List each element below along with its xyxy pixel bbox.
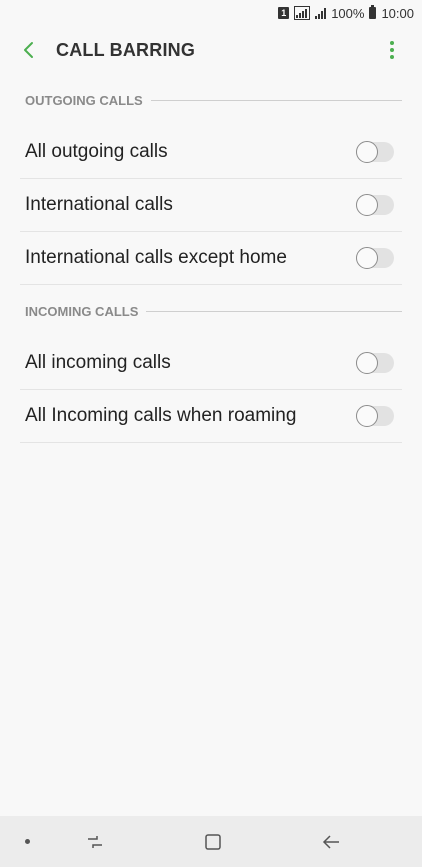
toggle-knob bbox=[356, 405, 378, 427]
home-icon bbox=[205, 834, 221, 850]
sim-signal-icon bbox=[294, 6, 311, 20]
more-vertical-icon-dot bbox=[390, 48, 394, 52]
more-options-button[interactable] bbox=[380, 38, 404, 62]
section-divider bbox=[146, 310, 402, 312]
setting-label: International calls except home bbox=[25, 247, 287, 268]
setting-label: All incoming calls bbox=[25, 352, 171, 373]
toggle-switch-international[interactable] bbox=[356, 194, 394, 216]
toggle-switch-all-incoming[interactable] bbox=[356, 352, 394, 374]
sim-slot-icon: 1 bbox=[278, 7, 290, 19]
more-vertical-icon bbox=[390, 41, 394, 45]
page-title: CALL BARRING bbox=[56, 39, 196, 60]
section-header-label: INCOMING CALLS bbox=[25, 303, 139, 319]
back-nav-button[interactable] bbox=[316, 827, 346, 857]
chevron-left-icon bbox=[24, 42, 33, 58]
more-vertical-icon-dot bbox=[390, 55, 394, 59]
section-header-label: OUTGOING CALLS bbox=[25, 92, 143, 108]
setting-row-all-incoming[interactable]: All incoming calls bbox=[20, 337, 402, 390]
app-bar: CALL BARRING bbox=[0, 26, 422, 74]
cell-signal-icon bbox=[315, 7, 327, 19]
setting-row-international[interactable]: International calls bbox=[20, 179, 402, 232]
settings-list: OUTGOING CALLS All outgoing calls Intern… bbox=[0, 74, 422, 443]
screen: 1 100% 10:00 CALL BARRING OUTGOING CALLS bbox=[0, 0, 422, 867]
section-divider bbox=[150, 99, 402, 101]
home-button[interactable] bbox=[198, 827, 228, 857]
toggle-switch-incoming-roaming[interactable] bbox=[356, 405, 394, 427]
back-button[interactable] bbox=[0, 26, 56, 74]
nav-dot-icon[interactable] bbox=[25, 839, 30, 844]
recent-apps-button[interactable] bbox=[80, 827, 110, 857]
setting-row-all-outgoing[interactable]: All outgoing calls bbox=[20, 126, 402, 179]
status-bar: 1 100% 10:00 bbox=[0, 0, 422, 26]
back-arrow-icon bbox=[322, 835, 339, 849]
toggle-knob bbox=[356, 194, 378, 216]
battery-icon bbox=[369, 5, 377, 19]
setting-label: International calls bbox=[25, 194, 173, 215]
section-header-incoming: INCOMING CALLS bbox=[0, 285, 422, 337]
setting-row-international-except-home[interactable]: International calls except home bbox=[20, 232, 402, 285]
clock: 10:00 bbox=[381, 5, 414, 21]
toggle-knob bbox=[356, 247, 378, 269]
toggle-switch-all-outgoing[interactable] bbox=[356, 141, 394, 163]
section-header-outgoing: OUTGOING CALLS bbox=[0, 74, 422, 126]
navigation-bar bbox=[0, 816, 422, 867]
toggle-switch-international-except-home[interactable] bbox=[356, 247, 394, 269]
setting-row-incoming-roaming[interactable]: All Incoming calls when roaming bbox=[20, 390, 402, 443]
recent-apps-icon bbox=[88, 836, 102, 848]
setting-label: All Incoming calls when roaming bbox=[25, 405, 297, 426]
toggle-knob bbox=[356, 352, 378, 374]
toggle-knob bbox=[356, 141, 378, 163]
battery-percent: 100% bbox=[331, 5, 365, 21]
setting-label: All outgoing calls bbox=[25, 141, 168, 162]
